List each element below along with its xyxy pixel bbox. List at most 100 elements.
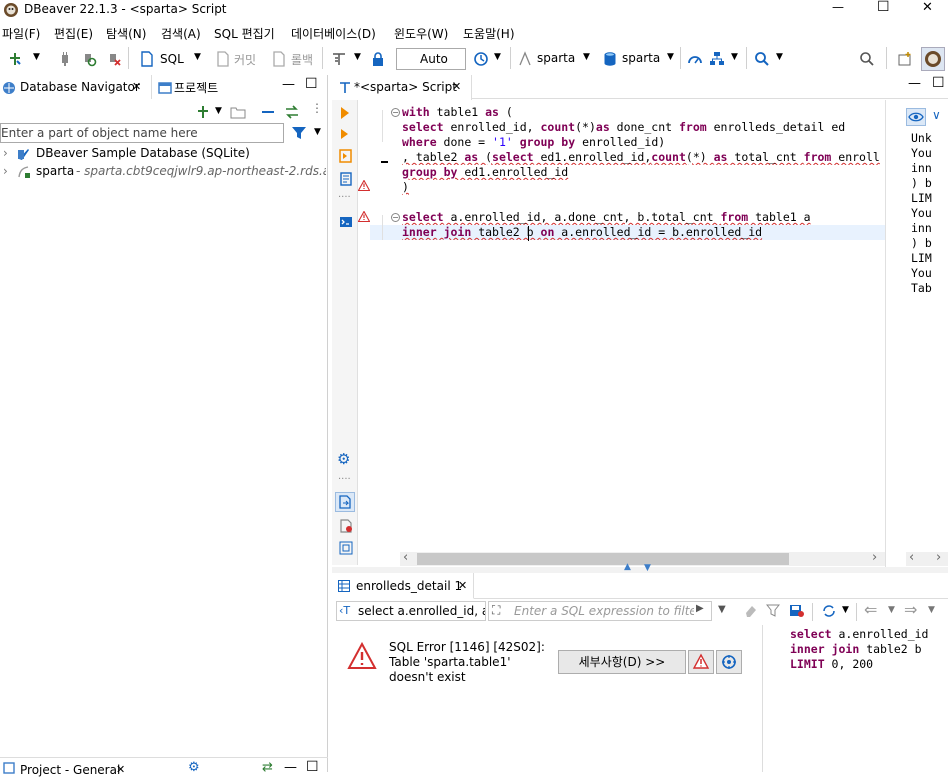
expand-arrow-icon[interactable]: › [3,164,8,178]
minimize-view-icon[interactable]: — [284,760,297,775]
error-icon[interactable] [357,179,371,192]
menu-help[interactable]: 도움말(H) [463,25,515,42]
commit-icon[interactable] [214,50,232,68]
maximize-button[interactable]: ☐ [877,0,890,15]
chevron-down-icon[interactable]: ▼ [194,52,201,62]
schema-selector[interactable]: sparta [622,51,660,65]
new-connection-icon[interactable] [194,103,212,121]
er-diagram-icon[interactable] [708,50,726,68]
fold-marker-icon[interactable]: − [391,108,400,117]
chevron-down-icon[interactable]: ▼ [731,52,738,62]
terminal-icon[interactable] [338,214,354,230]
tree-item-sample-db[interactable]: DBeaver Sample Database (SQLite) [36,146,250,160]
transaction-mode-field[interactable]: Auto [396,48,466,70]
query-preview-field[interactable]: ‹T select a.enrolled_id, a.d [336,601,486,621]
close-icon[interactable]: ✕ [116,763,125,776]
explain-plan-icon[interactable] [338,171,354,187]
dbeaver-perspective-icon[interactable] [921,47,945,71]
navigator-tab[interactable]: Database Navigator ✕ [0,75,152,99]
menu-navigate[interactable]: 탐색(N) [106,25,146,42]
menu-database[interactable]: 데이터베이스(D) [291,25,376,42]
database-icon[interactable] [602,50,618,68]
tree-item-sparta[interactable]: sparta [36,164,74,178]
minimize-view-icon[interactable]: — [908,76,921,91]
link-editor-icon[interactable]: ⇄ [262,760,273,775]
scroll-left-icon[interactable]: ‹ [403,550,408,565]
execute-in-new-tab-icon[interactable] [341,129,348,139]
global-search-icon[interactable] [858,50,876,68]
chevron-down-icon[interactable]: ▼ [842,605,849,615]
chevron-down-icon[interactable]: ▼ [888,605,895,615]
output-log-icon[interactable] [338,518,354,534]
results-panel-icon[interactable] [335,492,355,512]
filter-expression-input[interactable]: ⛶ Enter a SQL expression to filter resul… [488,601,712,621]
scroll-left-icon[interactable]: ‹ [909,550,914,565]
scroll-right-icon[interactable]: › [872,550,877,565]
refresh-icon[interactable] [820,603,838,619]
menu-window[interactable]: 윈도우(W) [394,25,448,42]
chevron-down-icon[interactable]: ▼ [718,604,726,615]
minimize-button[interactable]: — [832,0,844,14]
close-icon[interactable]: ✕ [452,80,461,93]
maximize-view-icon[interactable]: ☐ [306,759,319,775]
error-log-button[interactable] [688,650,714,674]
save-filter-icon[interactable] [788,603,806,619]
sql-editor-icon[interactable] [138,50,156,68]
disconnect-icon[interactable] [105,50,123,68]
chevron-down-icon[interactable]: ▼ [354,52,361,62]
new-connection-icon[interactable] [6,50,24,68]
chevron-down-icon[interactable]: ▼ [314,127,321,137]
history-icon[interactable] [472,50,490,68]
lock-icon[interactable] [370,50,386,68]
reconnect-icon[interactable] [80,50,98,68]
datasource-selector[interactable]: sparta [537,51,575,65]
eye-icon[interactable] [906,108,926,126]
close-icon[interactable]: ✕ [458,579,467,592]
apply-filter-icon[interactable]: ▶ [696,603,704,614]
navigator-filter-input[interactable]: Enter a part of object name here [0,123,284,143]
menu-file[interactable]: 파일(F) [2,25,40,42]
chevron-down-icon[interactable]: ▼ [667,52,674,62]
new-folder-icon[interactable] [229,103,247,121]
project-tab[interactable]: 프로젝트 [154,75,264,99]
details-button[interactable]: 세부사항(D) >> [558,650,686,674]
editor-tab[interactable]: *<sparta> Script ✕ [332,75,472,100]
chevron-down-icon[interactable]: ▼ [494,52,501,62]
minimize-view-icon[interactable]: — [282,77,295,92]
open-perspective-icon[interactable] [896,50,914,68]
search-help-button[interactable] [716,650,742,674]
settings-icon[interactable]: ⚙ [337,450,350,468]
right-scrollbar[interactable]: ‹ › [906,550,948,566]
error-icon[interactable] [357,210,371,223]
chevron-down-icon[interactable]: ▼ [928,605,935,615]
datasource-icon[interactable] [517,50,533,68]
commit-label[interactable]: 커밋 [234,51,256,68]
expand-icon[interactable]: ⛶ [492,603,500,618]
menu-sql-editor[interactable]: SQL 편집기 [214,25,275,42]
eraser-icon[interactable] [743,603,759,619]
rollback-icon[interactable] [270,50,288,68]
editor-horizontal-scrollbar[interactable]: ‹ › [400,550,885,566]
transaction-mode-icon[interactable] [330,50,348,68]
collapse-up-icon[interactable]: ▲ [624,562,631,572]
chevron-down-icon[interactable]: ∨ [932,108,941,122]
view-menu-icon[interactable]: ⋮ [311,101,323,115]
execute-statement-icon[interactable] [341,107,349,119]
filter-icon[interactable] [290,124,308,142]
menu-edit[interactable]: 편집(E) [54,25,93,42]
sql-button-label[interactable]: SQL [160,52,184,66]
expand-arrow-icon[interactable]: › [3,146,8,160]
link-editor-icon[interactable] [283,103,301,121]
search-icon[interactable] [753,50,771,68]
scrollbar-thumb[interactable] [417,553,789,565]
variables-icon[interactable] [338,540,354,556]
scroll-right-icon[interactable]: › [936,550,941,565]
menu-search[interactable]: 검색(A) [161,25,201,42]
execute-script-icon[interactable] [338,148,354,164]
chevron-down-icon[interactable]: ▼ [776,52,783,62]
filter-settings-icon[interactable] [765,603,781,619]
results-tab[interactable]: enrolleds_detail 1 ✕ [332,573,474,599]
back-arrow-icon[interactable]: ⇐ [864,600,877,619]
plug-icon[interactable] [58,50,72,68]
close-button[interactable]: ✕ [922,0,933,15]
